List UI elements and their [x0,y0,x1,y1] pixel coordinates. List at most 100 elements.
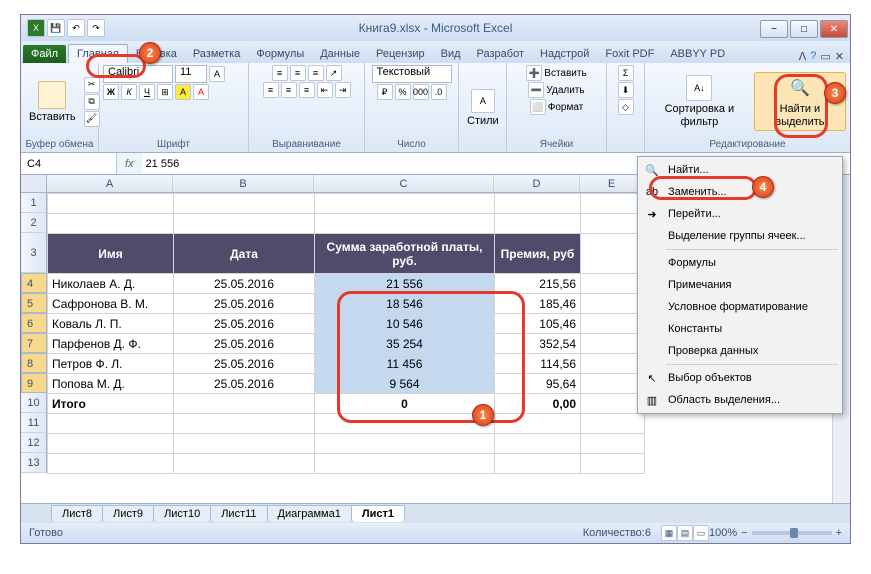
cells-insert-button[interactable]: ➕Вставить [526,65,586,81]
tab-review[interactable]: Рецензир [368,45,433,63]
border-icon[interactable]: ⊞ [157,84,173,100]
tab-abbyy[interactable]: ABBYY PD [662,45,733,63]
workbook-close-icon[interactable]: ✕ [835,50,844,63]
tab-data[interactable]: Данные [312,45,368,63]
sheet-tab[interactable]: Лист8 [51,505,103,522]
header-name[interactable]: Имя [48,234,174,274]
header-date[interactable]: Дата [174,234,315,274]
bold-icon[interactable]: Ж [103,84,119,100]
sheet-tab-active[interactable]: Лист1 [351,505,405,522]
zoom-level[interactable]: 100% [709,527,737,539]
sheet-tab[interactable]: Лист11 [210,505,267,522]
view-normal-icon[interactable]: ▦ [661,525,677,541]
orientation-icon[interactable]: ↗ [326,65,342,81]
tab-home[interactable]: Главная [68,44,128,63]
italic-icon[interactable]: К [121,84,137,100]
zoom-slider[interactable] [752,531,832,535]
indent-dec-icon[interactable]: ⇤ [317,82,333,98]
menu-constants[interactable]: Константы [640,318,840,340]
name-box[interactable]: C4 [21,153,117,174]
header-salary[interactable]: Сумма заработной платы, руб. [315,234,495,274]
col-a[interactable]: A [47,175,173,192]
fill-icon[interactable]: ⬇ [618,82,634,98]
find-select-button[interactable]: 🔍 Найти и выделить [754,72,846,130]
col-b[interactable]: B [173,175,314,192]
tab-formulas[interactable]: Формулы [248,45,312,63]
menu-formulas[interactable]: Формулы [640,252,840,274]
menu-comments[interactable]: Примечания [640,274,840,296]
minimize-button[interactable]: − [760,20,788,38]
close-button[interactable]: ✕ [820,20,848,38]
styles-button[interactable]: A Стили [463,87,503,129]
percent-icon[interactable]: % [395,84,411,100]
help-icon[interactable]: ? [810,50,816,63]
copy-icon[interactable]: ⧉ [84,94,100,110]
menu-goto-special[interactable]: Выделение группы ячеек... [640,225,840,247]
font-color-icon[interactable]: A [193,84,209,100]
menu-data-validation[interactable]: Проверка данных [640,340,840,362]
sheet-tab[interactable]: Диаграмма1 [267,505,352,522]
align-bot-icon[interactable]: ≡ [308,65,324,81]
tab-view[interactable]: Вид [433,45,469,63]
align-right-icon[interactable]: ≡ [299,82,315,98]
undo-icon[interactable]: ↶ [67,19,85,37]
view-break-icon[interactable]: ▭ [693,525,709,541]
font-size-select[interactable]: 11 [175,65,207,83]
paste-button[interactable]: Вставить [25,79,80,125]
tab-layout[interactable]: Разметка [185,45,249,63]
tab-insert[interactable]: Вставка [128,45,185,63]
cells-delete-button[interactable]: ➖Удалить [528,82,584,98]
menu-cond-format[interactable]: Условное форматирование [640,296,840,318]
align-left-icon[interactable]: ≡ [263,82,279,98]
inc-decimal-icon[interactable]: .0 [431,84,447,100]
table-row: Парфенов Д. Ф.25.05.201635 254352,54 [48,334,645,354]
cells-format-button[interactable]: ⬜Формат [530,99,584,115]
menu-replace[interactable]: abЗаменить... [640,181,840,203]
header-bonus[interactable]: Премия, руб [495,234,581,274]
minimize-ribbon-icon[interactable]: ᐱ [799,50,807,63]
select-all-corner[interactable] [21,175,47,193]
menu-selection-pane[interactable]: ▥Область выделения... [640,389,840,411]
redo-icon[interactable]: ↷ [87,19,105,37]
zoom-out-icon[interactable]: − [741,527,747,539]
fill-color-icon[interactable]: A [175,84,191,100]
maximize-button[interactable]: □ [790,20,818,38]
menu-select-objects[interactable]: ↖Выбор объектов [640,367,840,389]
tab-foxit[interactable]: Foxit PDF [597,45,662,63]
col-d[interactable]: D [494,175,580,192]
menu-goto[interactable]: ➜Перейти... [640,203,840,225]
pane-icon: ▥ [644,392,660,408]
save-icon[interactable]: 💾 [47,19,65,37]
number-format-select[interactable]: Текстовый [372,65,452,83]
col-e[interactable]: E [580,175,644,192]
indent-inc-icon[interactable]: ⇥ [335,82,351,98]
view-layout-icon[interactable]: ▤ [677,525,693,541]
comma-icon[interactable]: 000 [413,84,429,100]
clear-icon[interactable]: ◇ [618,99,634,115]
tab-developer[interactable]: Разработ [469,45,532,63]
sheet-tab[interactable]: Лист9 [102,505,154,522]
currency-icon[interactable]: ₽ [377,84,393,100]
fx-icon[interactable]: fx [117,158,142,170]
sheet-tab[interactable]: Лист10 [153,505,211,522]
menu-find[interactable]: 🔍Найти... [640,159,840,181]
autosum-icon[interactable]: Σ [618,65,634,81]
window-restore-icon[interactable]: ▭ [820,50,830,63]
font-name-select[interactable]: Calibri [103,65,173,83]
align-top-icon[interactable]: ≡ [272,65,288,81]
col-c[interactable]: C [314,175,494,192]
align-mid-icon[interactable]: ≡ [290,65,306,81]
table-row: Сафронова В. М.25.05.201618 546185,46 [48,294,645,314]
zoom-in-icon[interactable]: + [836,527,842,539]
underline-icon[interactable]: Ч [139,84,155,100]
cut-icon[interactable]: ✂ [84,77,100,93]
grow-font-icon[interactable]: A [209,66,225,82]
tab-file[interactable]: Файл [23,45,66,63]
sort-filter-button[interactable]: A↓ Сортировка и фильтр [649,73,750,129]
format-painter-icon[interactable]: 🖌 [84,111,100,127]
row-headers[interactable]: 1 2 3 4 5 6 7 8 9 10 11 12 13 [21,193,47,473]
tab-addins[interactable]: Надстрой [532,45,597,63]
data-table[interactable]: Имя Дата Сумма заработной платы, руб. Пр… [47,193,645,474]
ribbon-tabs: Файл Главная Вставка Разметка Формулы Да… [21,41,850,63]
align-center-icon[interactable]: ≡ [281,82,297,98]
